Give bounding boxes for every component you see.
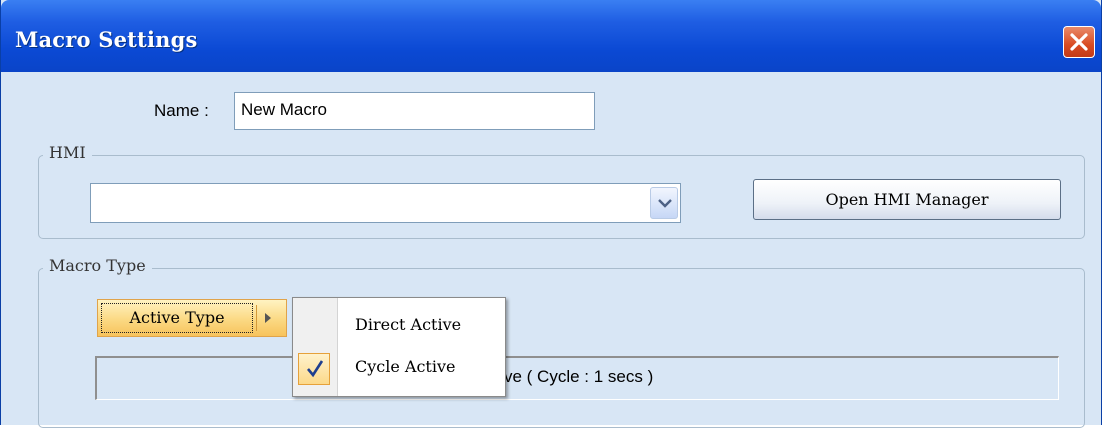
arrow-right-icon[interactable] bbox=[264, 312, 272, 324]
close-icon bbox=[1070, 33, 1088, 51]
active-type-split-button[interactable]: Active Type bbox=[97, 299, 287, 337]
active-type-button-label: Active Type bbox=[101, 303, 253, 333]
macro-type-status-field: ctive ( Cycle : 1 secs ) bbox=[95, 356, 1059, 400]
hmi-group-legend: HMI bbox=[43, 143, 92, 162]
menu-item-label: Direct Active bbox=[355, 315, 462, 334]
checkmark-icon bbox=[307, 360, 324, 378]
open-hmi-manager-button[interactable]: Open HMI Manager bbox=[753, 179, 1061, 220]
close-button[interactable] bbox=[1063, 26, 1095, 58]
name-input[interactable]: New Macro bbox=[234, 92, 595, 130]
chevron-down-icon bbox=[658, 199, 672, 208]
hmi-combobox[interactable] bbox=[90, 183, 681, 223]
menu-item-label: Cycle Active bbox=[355, 357, 456, 376]
menu-item-direct-active[interactable]: Direct Active bbox=[293, 305, 505, 345]
macro-settings-window: Macro Settings Name : New Macro HMI Open… bbox=[0, 0, 1102, 428]
macro-type-group bbox=[38, 268, 1085, 428]
checked-indicator bbox=[298, 353, 330, 385]
active-type-menu: Direct Active Cycle Active bbox=[292, 297, 506, 397]
name-label: Name : bbox=[154, 101, 209, 120]
macro-type-group-legend: Macro Type bbox=[43, 256, 152, 275]
title-bar[interactable]: Macro Settings bbox=[1, 0, 1101, 72]
window-title: Macro Settings bbox=[15, 27, 198, 52]
macro-type-status-text: ctive ( Cycle : 1 secs ) bbox=[487, 367, 654, 386]
combobox-dropdown-button[interactable] bbox=[650, 187, 678, 219]
menu-item-cycle-active[interactable]: Cycle Active bbox=[293, 347, 505, 387]
split-separator bbox=[256, 305, 257, 331]
